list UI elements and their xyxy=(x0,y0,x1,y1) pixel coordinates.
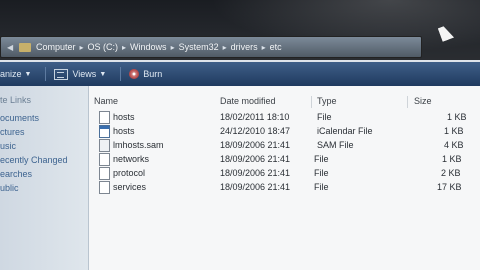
sidebar-item-searches[interactable]: earches xyxy=(0,165,88,179)
breadcrumb-label: etc xyxy=(269,42,282,52)
navigation-pane: te Links ocuments ctures usic ecently Ch… xyxy=(0,86,89,270)
column-header-type[interactable]: Type xyxy=(317,96,337,110)
file-date: 18/02/2011 18:10 xyxy=(220,112,290,122)
sidebar-item-music[interactable]: usic xyxy=(0,137,88,151)
command-toolbar: anize ▼ Views ▼ Burn xyxy=(0,62,480,86)
file-date: 18/09/2006 21:41 xyxy=(220,154,291,164)
breadcrumb-label: OS (C:) xyxy=(87,42,119,52)
chevron-right-icon[interactable]: ▸ xyxy=(122,43,126,52)
organize-button[interactable]: anize ▼ xyxy=(0,69,31,79)
views-icon xyxy=(54,68,69,80)
calendar-file-icon xyxy=(99,125,110,138)
breadcrumb-system32[interactable]: System32 ▸ xyxy=(179,42,231,52)
breadcrumb-label: Computer xyxy=(36,42,76,52)
file-date: 18/09/2006 21:41 xyxy=(220,168,291,178)
file-list: Name Date modified Type Size hosts 18/02… xyxy=(89,86,480,270)
file-size: 4 KB xyxy=(444,140,464,150)
views-label: Views xyxy=(72,69,97,79)
toolbar-divider xyxy=(120,67,122,81)
file-size: 2 KB xyxy=(441,168,461,178)
sidebar-item-pictures[interactable]: ctures xyxy=(0,123,88,137)
chevron-right-icon[interactable]: ▸ xyxy=(223,43,227,52)
file-size: 1 KB xyxy=(447,112,467,122)
breadcrumb-drivers[interactable]: drivers ▸ xyxy=(231,42,270,52)
file-name: hosts xyxy=(113,112,135,122)
burn-button[interactable]: Burn xyxy=(129,69,162,79)
explorer-window: ◀ Computer ▸ OS (C:) ▸ Windows ▸ System32 ▸ … xyxy=(0,0,480,270)
sidebar-item-recently-changed[interactable]: ecently Changed xyxy=(0,151,88,165)
views-button[interactable]: Views ▼ xyxy=(54,68,107,80)
sidebar-item-documents[interactable]: ocuments xyxy=(0,109,88,123)
file-date: 24/12/2010 18:47 xyxy=(220,126,291,136)
folder-icon xyxy=(19,42,31,52)
file-type: File xyxy=(314,182,329,192)
column-header-date-modified[interactable]: Date modified xyxy=(220,96,276,110)
breadcrumb-etc[interactable]: etc xyxy=(270,42,282,52)
burn-label: Burn xyxy=(143,69,163,79)
chevron-right-icon[interactable]: ▸ xyxy=(171,43,175,52)
chevron-right-icon[interactable]: ▸ xyxy=(262,43,266,52)
file-name: protocol xyxy=(113,168,146,178)
file-type: File xyxy=(317,112,332,122)
file-icon xyxy=(99,139,110,152)
file-row[interactable]: networks 18/09/2006 21:41 File 1 KB xyxy=(89,153,480,167)
chevron-right-icon[interactable]: ▸ xyxy=(80,43,84,52)
file-type: iCalendar File xyxy=(317,126,373,136)
toolbar-divider xyxy=(45,67,47,81)
chevron-down-icon: ▼ xyxy=(24,70,32,78)
file-icon xyxy=(99,167,110,180)
breadcrumb-computer[interactable]: Computer ▸ xyxy=(36,42,88,52)
address-bar[interactable]: ◀ Computer ▸ OS (C:) ▸ Windows ▸ System32 ▸ … xyxy=(0,36,422,58)
breadcrumb-drive[interactable]: OS (C:) ▸ xyxy=(88,42,131,52)
file-icon xyxy=(99,181,110,194)
file-size: 1 KB xyxy=(442,154,462,164)
favorite-links-heading: te Links xyxy=(0,95,32,105)
sidebar-item-public[interactable]: ublic xyxy=(0,179,88,193)
file-type: SAM File xyxy=(317,140,354,150)
breadcrumb-label: Windows xyxy=(130,42,167,52)
file-icon xyxy=(99,153,110,166)
breadcrumb-label: System32 xyxy=(178,42,219,52)
file-type: File xyxy=(314,154,329,164)
file-type: File xyxy=(314,168,329,178)
column-divider[interactable] xyxy=(311,96,312,108)
column-header-size[interactable]: Size xyxy=(414,96,432,110)
column-header-name[interactable]: Name xyxy=(94,96,118,110)
file-date: 18/09/2006 21:41 xyxy=(220,140,291,150)
file-row[interactable]: hosts 18/02/2011 18:10 File 1 KB xyxy=(89,111,480,125)
file-icon xyxy=(99,111,110,124)
breadcrumb-label: drivers xyxy=(230,42,258,52)
file-name: hosts xyxy=(113,126,135,136)
column-divider[interactable] xyxy=(407,96,408,108)
file-size: 1 KB xyxy=(444,126,464,136)
chevron-left-icon[interactable]: ◀ xyxy=(7,43,17,52)
file-row[interactable]: services 18/09/2006 21:41 File 17 KB xyxy=(89,181,480,195)
breadcrumb-windows[interactable]: Windows ▸ xyxy=(130,42,179,52)
file-row[interactable]: hosts 24/12/2010 18:47 iCalendar File 1 … xyxy=(89,125,480,139)
file-size: 17 KB xyxy=(437,182,462,192)
file-row[interactable]: protocol 18/09/2006 21:41 File 2 KB xyxy=(89,167,480,181)
organize-label: anize xyxy=(0,69,22,79)
disc-icon xyxy=(129,69,140,79)
file-name: services xyxy=(113,182,147,192)
file-name: networks xyxy=(113,154,150,164)
file-date: 18/09/2006 21:41 xyxy=(220,182,291,192)
file-name: lmhosts.sam xyxy=(113,140,164,150)
file-row[interactable]: lmhosts.sam 18/09/2006 21:41 SAM File 4 … xyxy=(89,139,480,153)
mouse-cursor-icon xyxy=(437,24,455,42)
chevron-down-icon: ▼ xyxy=(99,70,107,78)
